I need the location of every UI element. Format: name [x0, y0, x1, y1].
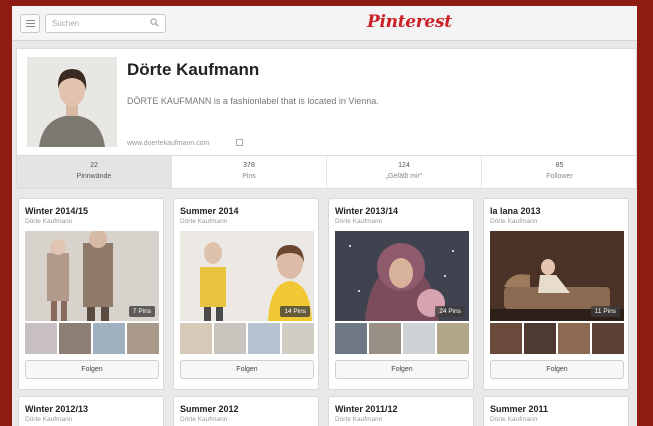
thumbnail[interactable] — [490, 323, 522, 354]
board-owner: Dörte Kaufmann — [25, 416, 73, 423]
board-card[interactable]: Summer 2014 Dörte Kaufmann 14 Pins Folge… — [173, 198, 319, 390]
thumbnail[interactable] — [248, 323, 280, 354]
stat-value: 85 — [555, 162, 564, 169]
board-thumbnails — [490, 323, 624, 354]
external-link-icon[interactable] — [236, 139, 243, 146]
thumbnail[interactable] — [93, 323, 125, 354]
thumbnail[interactable] — [127, 323, 159, 354]
board-title[interactable]: Summer 2011 — [490, 404, 548, 414]
pin-count-badge: 7 Pins — [128, 306, 155, 317]
board-cover-image[interactable]: 7 Pins — [25, 231, 159, 321]
stat-label: Pins — [242, 173, 256, 180]
board-thumbnails — [180, 323, 314, 354]
thumbnail[interactable] — [524, 323, 556, 354]
board-owner: Dörte Kaufmann — [335, 416, 383, 423]
follow-button[interactable]: Folgen — [25, 360, 159, 379]
search-input[interactable]: Suchen — [45, 14, 166, 33]
thumbnail[interactable] — [25, 323, 57, 354]
board-card[interactable]: Winter 2011/12 Dörte Kaufmann — [328, 396, 474, 426]
tab-pins[interactable]: 378 Pins — [172, 156, 327, 188]
thumbnail[interactable] — [214, 323, 246, 354]
menu-icon — [26, 20, 35, 21]
board-title[interactable]: Winter 2012/13 — [25, 404, 88, 414]
pin-count-badge: 14 Pins — [280, 306, 310, 317]
search-placeholder: Suchen — [52, 19, 80, 28]
avatar — [27, 57, 117, 147]
thumbnail[interactable] — [59, 323, 91, 354]
thumbnail[interactable] — [592, 323, 624, 354]
follow-button[interactable]: Folgen — [335, 360, 469, 379]
thumbnail[interactable] — [282, 323, 314, 354]
profile-bio: DÖRTE KAUFMANN is a fashionlabel that is… — [127, 96, 379, 106]
tab-likes[interactable]: 124 „Gefällt mir" — [327, 156, 482, 188]
profile-stats-bar: 22 Pinnwände 378 Pins 124 „Gefällt mir" … — [16, 156, 637, 189]
board-title[interactable]: Winter 2011/12 — [335, 404, 397, 414]
stat-value: 124 — [398, 162, 410, 169]
board-card[interactable]: Summer 2011 Dörte Kaufmann — [483, 396, 629, 426]
board-card[interactable]: la lana 2013 Dörte Kaufmann 11 Pins Folg… — [483, 198, 629, 390]
board-cover-image[interactable]: 11 Pins — [490, 231, 624, 321]
board-card[interactable]: Summer 2012 Dörte Kaufmann — [173, 396, 319, 426]
profile-website-link[interactable]: www.doertekaufmann.com — [127, 140, 209, 147]
app-screen: Suchen Pinterest Dörte Kaufmann DÖRTE KA… — [12, 6, 637, 426]
menu-button[interactable] — [20, 14, 40, 33]
top-bar: Suchen Pinterest — [12, 6, 637, 41]
follow-button[interactable]: Folgen — [490, 360, 624, 379]
thumbnail[interactable] — [437, 323, 469, 354]
thumbnail[interactable] — [558, 323, 590, 354]
board-thumbnails — [25, 323, 159, 354]
board-card[interactable]: Winter 2012/13 Dörte Kaufmann — [18, 396, 164, 426]
stat-label: „Gefällt mir" — [385, 173, 423, 180]
tab-followers[interactable]: 85 Follower — [482, 156, 637, 188]
thumbnail[interactable] — [403, 323, 435, 354]
board-owner: Dörte Kaufmann — [490, 416, 538, 423]
stat-label: Pinnwände — [76, 173, 112, 180]
board-title[interactable]: la lana 2013 — [490, 206, 541, 216]
board-owner: Dörte Kaufmann — [180, 416, 228, 423]
board-owner: Dörte Kaufmann — [335, 218, 383, 225]
profile-name: Dörte Kaufmann — [127, 60, 260, 79]
pin-count-badge: 24 Pins — [435, 306, 465, 317]
board-title[interactable]: Winter 2013/14 — [335, 206, 398, 216]
thumbnail[interactable] — [335, 323, 367, 354]
board-card[interactable]: Winter 2014/15 Dörte Kaufmann 7 Pins Fol… — [18, 198, 164, 390]
thumbnail[interactable] — [180, 323, 212, 354]
board-owner: Dörte Kaufmann — [180, 218, 228, 225]
follow-button[interactable]: Folgen — [180, 360, 314, 379]
thumbnail[interactable] — [369, 323, 401, 354]
board-title[interactable]: Winter 2014/15 — [25, 206, 88, 216]
board-owner: Dörte Kaufmann — [490, 218, 538, 225]
board-owner: Dörte Kaufmann — [25, 218, 73, 225]
stat-label: Follower — [546, 173, 573, 180]
board-title[interactable]: Summer 2014 — [180, 206, 239, 216]
board-thumbnails — [335, 323, 469, 354]
pin-count-badge: 11 Pins — [590, 306, 620, 317]
search-icon[interactable] — [150, 18, 159, 27]
profile-card: Dörte Kaufmann DÖRTE KAUFMANN is a fashi… — [16, 48, 637, 156]
pinterest-logo[interactable]: Pinterest — [367, 12, 452, 32]
stat-value: 378 — [243, 162, 255, 169]
tab-boards[interactable]: 22 Pinnwände — [17, 156, 172, 188]
board-title[interactable]: Summer 2012 — [180, 404, 239, 414]
stat-value: 22 — [90, 162, 98, 169]
board-cover-image[interactable]: 24 Pins — [335, 231, 469, 321]
board-cover-image[interactable]: 14 Pins — [180, 231, 314, 321]
board-card[interactable]: Winter 2013/14 Dörte Kaufmann 24 Pins Fo… — [328, 198, 474, 390]
